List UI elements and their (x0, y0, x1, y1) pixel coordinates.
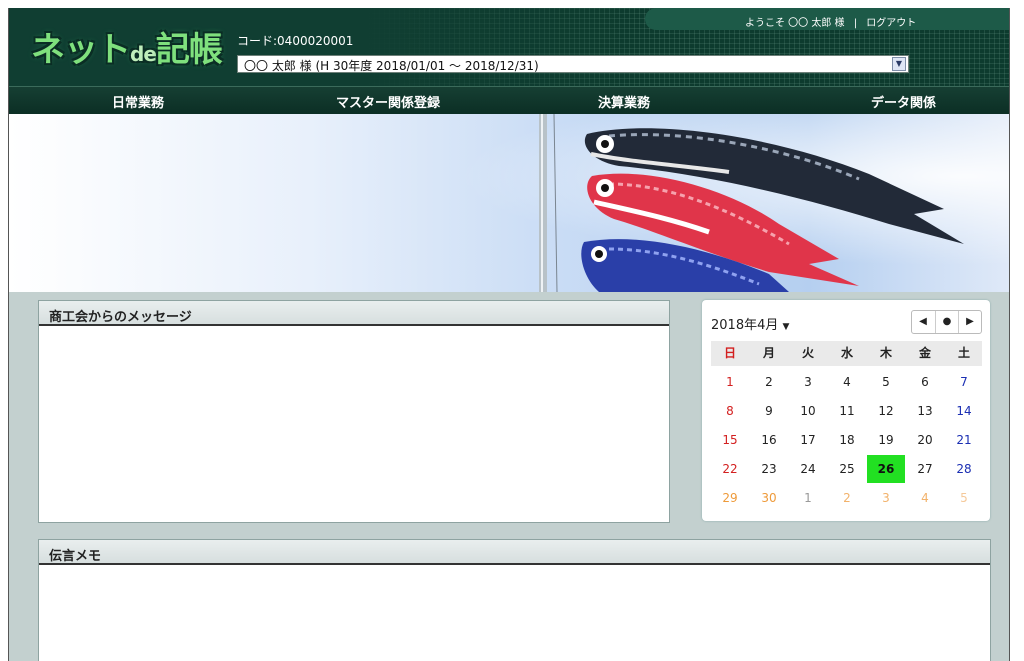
calendar-nav: ◀ ● ▶ (911, 310, 982, 334)
current-month-button[interactable]: ● (935, 311, 959, 333)
calendar-day[interactable]: 27 (906, 455, 944, 483)
main-nav: 日常業務 マスター関係登録 決算業務 データ関係 (9, 86, 1009, 115)
calendar: 2018年4月 ▼ ◀ ● ▶ 日 月 火 水 木 金 土 1234567891… (702, 300, 990, 521)
calendar-day[interactable]: 26 (867, 455, 905, 483)
calendar-day[interactable]: 1 (789, 484, 827, 512)
message-panel: 商工会からのメッセージ (38, 300, 670, 523)
nav-item-daily-work[interactable]: 日常業務 (112, 92, 164, 111)
calendar-day[interactable]: 28 (945, 455, 983, 483)
calendar-day[interactable]: 4 (828, 368, 866, 396)
calendar-day[interactable]: 10 (789, 397, 827, 425)
calendar-day[interactable]: 29 (711, 484, 749, 512)
nav-item-data[interactable]: データ関係 (871, 92, 936, 111)
weekday-header: 月 (762, 346, 775, 360)
calendar-day[interactable]: 12 (867, 397, 905, 425)
calendar-day[interactable]: 17 (789, 426, 827, 454)
calendar-day[interactable]: 24 (789, 455, 827, 483)
chevron-down-icon[interactable]: ▼ (892, 57, 906, 71)
calendar-day[interactable]: 4 (906, 484, 944, 512)
calendar-day[interactable]: 6 (906, 368, 944, 396)
header: ネットde記帳 コード:0400020001 〇〇 太郎 様 (H 30年度 2… (9, 8, 1009, 86)
calendar-day[interactable]: 2 (750, 368, 788, 396)
calendar-day[interactable]: 25 (828, 455, 866, 483)
calendar-day[interactable]: 3 (789, 368, 827, 396)
calendar-day[interactable]: 7 (945, 368, 983, 396)
calendar-day[interactable]: 14 (945, 397, 983, 425)
welcome-bar: ようこそ 〇〇 太郎 様 | ログアウト (645, 8, 1009, 30)
weekday-header: 日 (723, 346, 736, 360)
nav-item-master-registration[interactable]: マスター関係登録 (336, 92, 440, 111)
message-panel-title: 商工会からのメッセージ (49, 310, 192, 325)
calendar-day[interactable]: 5 (867, 368, 905, 396)
calendar-month-label: 2018年4月 (711, 318, 779, 333)
weekday-header: 木 (879, 346, 892, 360)
calendar-day[interactable]: 19 (867, 426, 905, 454)
calendar-day[interactable]: 16 (750, 426, 788, 454)
banner-image (9, 114, 1009, 292)
calendar-day[interactable]: 22 (711, 455, 749, 483)
caret-down-icon: ▼ (782, 322, 790, 332)
calendar-day[interactable]: 13 (906, 397, 944, 425)
calendar-day[interactable]: 8 (711, 397, 749, 425)
separator: | (853, 18, 858, 29)
logout-link[interactable]: ログアウト (866, 18, 916, 29)
weekday-header: 土 (957, 346, 970, 360)
calendar-day[interactable]: 5 (945, 484, 983, 512)
app-frame: ネットde記帳 コード:0400020001 〇〇 太郎 様 (H 30年度 2… (8, 8, 1010, 661)
weekday-header: 金 (918, 346, 931, 360)
calendar-day[interactable]: 18 (828, 426, 866, 454)
memo-panel: 伝言メモ (38, 539, 991, 661)
period-select[interactable]: 〇〇 太郎 様 (H 30年度 2018/01/01 ～ 2018/12/31)… (237, 55, 909, 73)
calendar-month-selector[interactable]: 2018年4月 ▼ (711, 314, 789, 333)
calendar-day[interactable]: 11 (828, 397, 866, 425)
calendar-day[interactable]: 15 (711, 426, 749, 454)
weekday-header: 水 (840, 346, 853, 360)
calendar-day[interactable]: 23 (750, 455, 788, 483)
koinobori-illustration (9, 114, 1009, 292)
memo-panel-title: 伝言メモ (49, 549, 102, 564)
calendar-day[interactable]: 3 (867, 484, 905, 512)
customer-code: コード:0400020001 (237, 34, 354, 48)
period-select-value: 〇〇 太郎 様 (H 30年度 2018/01/01 ～ 2018/12/31) (244, 59, 539, 73)
nav-item-closing-work[interactable]: 決算業務 (598, 92, 650, 111)
calendar-day[interactable]: 30 (750, 484, 788, 512)
next-month-button[interactable]: ▶ (959, 311, 981, 333)
calendar-day[interactable]: 21 (945, 426, 983, 454)
calendar-day[interactable]: 20 (906, 426, 944, 454)
calendar-day[interactable]: 9 (750, 397, 788, 425)
calendar-day[interactable]: 2 (828, 484, 866, 512)
weekday-header: 火 (801, 346, 814, 360)
calendar-day[interactable]: 1 (711, 368, 749, 396)
prev-month-button[interactable]: ◀ (912, 311, 934, 333)
welcome-message: ようこそ 〇〇 太郎 様 (745, 18, 845, 29)
